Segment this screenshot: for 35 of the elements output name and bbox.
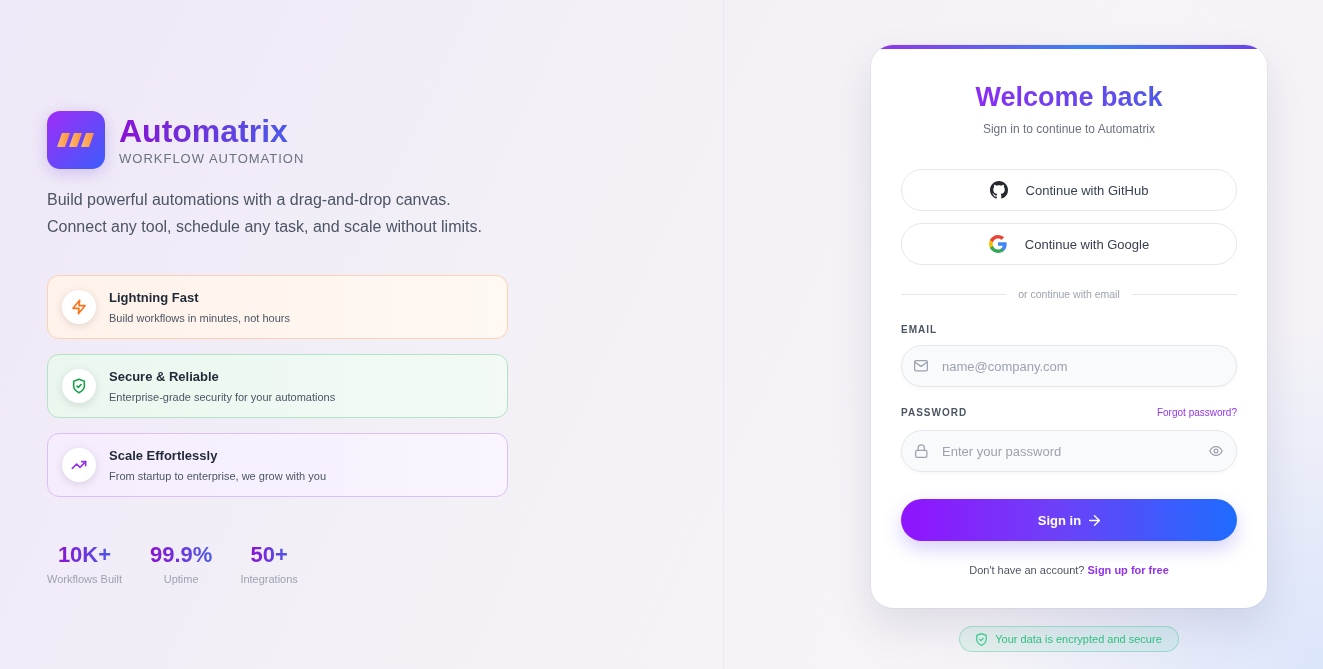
feature-title: Lightning Fast <box>109 289 200 307</box>
google-icon <box>988 235 1007 253</box>
mail-icon <box>914 360 928 372</box>
password-field[interactable]: Enter your password <box>901 430 1237 472</box>
login-subtitle: Sign in to continue to Automatrix <box>982 121 1156 137</box>
badge-text: Your data is encrypted and secure <box>995 632 1162 646</box>
lock-icon <box>915 444 928 458</box>
stat-label: Integrations <box>240 572 298 586</box>
password-label: PASSWORD <box>901 406 968 420</box>
arrow-right-icon <box>1089 514 1101 526</box>
shield-check-icon <box>62 369 96 403</box>
email-label: EMAIL <box>901 323 938 337</box>
google-sign-in-button[interactable]: Continue with Google <box>901 223 1237 265</box>
sign-in-button[interactable]: Sign in <box>901 499 1237 541</box>
stat-label: Uptime <box>163 572 199 586</box>
feature-title: Secure & Reliable <box>109 368 220 386</box>
brand-tagline: WORKFLOW AUTOMATION <box>119 151 305 167</box>
github-icon <box>989 181 1008 199</box>
trending-up-icon <box>62 448 96 482</box>
email-field[interactable]: name@company.com <box>901 345 1237 387</box>
stripes-logo-icon <box>47 111 105 169</box>
sign-up-link[interactable]: Sign up for free <box>1087 564 1169 576</box>
feature-description: From startup to enterprise, we grow with you <box>109 469 327 483</box>
divider-text: or continue with email <box>1018 287 1120 301</box>
feature-description: Build workflows in minutes, not hours <box>109 311 290 325</box>
forgot-password-link[interactable]: Forgot password? <box>1156 406 1237 420</box>
github-sign-in-button[interactable]: Continue with GitHub <box>901 169 1237 211</box>
stat-label: Workflows Built <box>47 572 122 586</box>
intro-text: Build powerful automations with a drag-and-drop canvas. Connect any tool, schedule any task, and scale without limits. <box>47 190 483 237</box>
signup-prompt: Don't have an account? Sign up for free <box>969 563 1169 577</box>
shield-check-icon <box>976 632 988 646</box>
feature-title: Scale Effortlessly <box>109 447 219 465</box>
bolt-icon <box>62 290 96 324</box>
feature-description: Enterprise-grade security for your automations <box>109 390 336 404</box>
eye-icon[interactable] <box>1209 446 1223 456</box>
